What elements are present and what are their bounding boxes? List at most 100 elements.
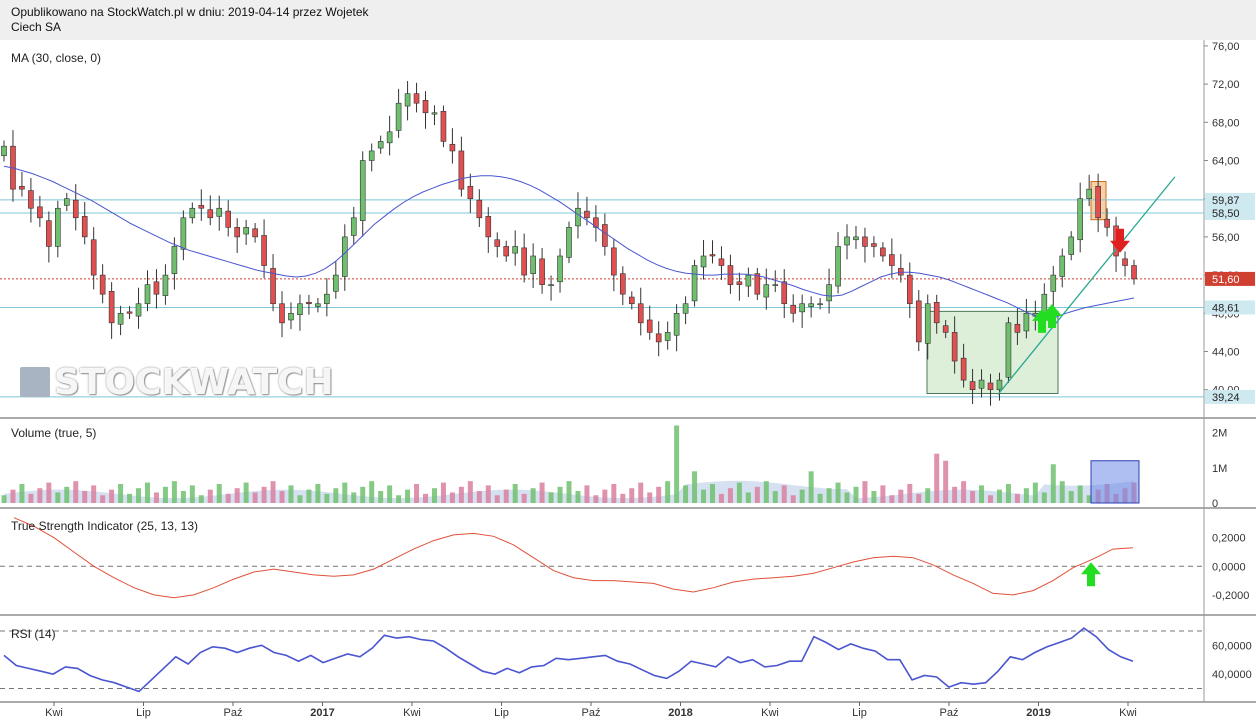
volume-bar: [109, 489, 115, 503]
volume-bar: [360, 486, 366, 503]
candle-body: [557, 255, 563, 283]
candle-body: [476, 199, 483, 219]
stock-chart[interactable]: 76,0072,0068,0064,0060,0056,0052,0048,00…: [0, 0, 1256, 720]
candle-body: [162, 274, 169, 296]
volume-bar: [503, 489, 509, 503]
volume-bar: [566, 481, 572, 503]
volume-bar: [647, 492, 653, 503]
candle-body: [539, 258, 545, 285]
candle-body: [951, 332, 958, 362]
volume-bar: [889, 495, 895, 503]
volume-bar: [144, 482, 150, 503]
volume-bar: [521, 493, 527, 503]
candle-body: [924, 303, 931, 344]
candle-body: [781, 281, 788, 305]
price-level-label: 58,50: [1212, 208, 1240, 220]
candle-body: [315, 303, 321, 307]
volume-bar: [100, 495, 106, 503]
candle-body: [906, 274, 913, 305]
candle-body: [108, 291, 115, 324]
volume-bar: [396, 495, 402, 503]
watermark-logo-icon: [20, 367, 50, 397]
candle-body: [889, 254, 895, 266]
candle-body: [297, 303, 303, 316]
rsi-panel-label: RSI (14): [11, 627, 56, 641]
candle-body: [1122, 258, 1128, 266]
volume-bar: [826, 488, 832, 503]
candle-body: [530, 255, 536, 274]
volume-bar: [19, 483, 25, 503]
volume-bar: [252, 492, 258, 503]
volume-bar: [611, 483, 617, 503]
volume-bar: [64, 486, 70, 503]
volume-bar: [1050, 464, 1056, 503]
volume-bar: [530, 488, 536, 503]
volume-bar: [934, 453, 940, 503]
volume-bar: [629, 488, 635, 503]
volume-bar: [1041, 492, 1047, 503]
candle-body: [673, 312, 680, 336]
candle-body: [72, 199, 79, 219]
volume-bar: [665, 481, 671, 503]
x-tick-label: Paź: [582, 707, 601, 719]
volume-bar: [342, 482, 348, 503]
candle-body: [207, 209, 214, 219]
volume-bar: [862, 481, 868, 503]
volume-bar: [414, 483, 420, 503]
volume-bar: [835, 482, 841, 503]
candle-body: [853, 236, 859, 241]
x-tick-label: Kwi: [403, 707, 421, 719]
candle-body: [404, 93, 411, 107]
volume-bar: [1059, 481, 1065, 503]
candle-body: [341, 236, 348, 277]
volume-bar: [485, 485, 491, 503]
volume-bar: [512, 483, 518, 503]
candle-body: [458, 150, 465, 190]
volume-bar: [539, 482, 545, 503]
x-tick-label: 2018: [668, 707, 692, 719]
candle-body: [144, 284, 151, 305]
volume-bar: [288, 485, 294, 503]
volume-bar: [171, 481, 177, 503]
volume-bar: [440, 482, 446, 503]
candle-body: [700, 255, 707, 268]
candle-body: [736, 281, 743, 285]
candle-body: [216, 207, 223, 217]
volume-bar: [1014, 493, 1020, 503]
volume-bar: [602, 489, 608, 503]
candle-body: [566, 227, 572, 258]
volume-bar: [996, 489, 1002, 503]
rsi-tick-label: 60,0000: [1212, 640, 1252, 652]
candle-body: [844, 236, 850, 246]
volume-bar: [916, 493, 922, 503]
tsi-tick-label: 0,2000: [1212, 533, 1246, 545]
candle-body: [1005, 322, 1012, 378]
candle-body: [1104, 218, 1110, 228]
trend-line: [997, 176, 1176, 395]
candle-body: [171, 246, 178, 274]
candle-body: [1050, 274, 1057, 292]
volume-bar: [988, 495, 994, 503]
candle-body: [1131, 265, 1137, 280]
volume-bar: [575, 491, 581, 503]
x-tick-label: Lip: [494, 707, 509, 719]
x-tick-label: Kwi: [761, 707, 779, 719]
volume-bar: [970, 491, 976, 503]
candle-body: [727, 265, 734, 285]
candle-body: [584, 210, 590, 219]
candle-body: [153, 281, 160, 295]
volume-bar: [1005, 483, 1011, 503]
volume-bar: [781, 485, 787, 503]
candle-body: [99, 274, 106, 295]
candle-body: [225, 210, 232, 228]
x-tick-label: Kwi: [1119, 707, 1137, 719]
x-tick-label: Paź: [940, 707, 959, 719]
volume-bar: [754, 486, 760, 503]
candle-body: [655, 333, 662, 343]
volume-bar: [898, 489, 904, 503]
volume-bar: [943, 460, 949, 503]
volume-bar: [701, 489, 707, 503]
volume-bar: [871, 491, 877, 503]
candle-body: [512, 246, 518, 254]
candle-body: [646, 319, 653, 333]
